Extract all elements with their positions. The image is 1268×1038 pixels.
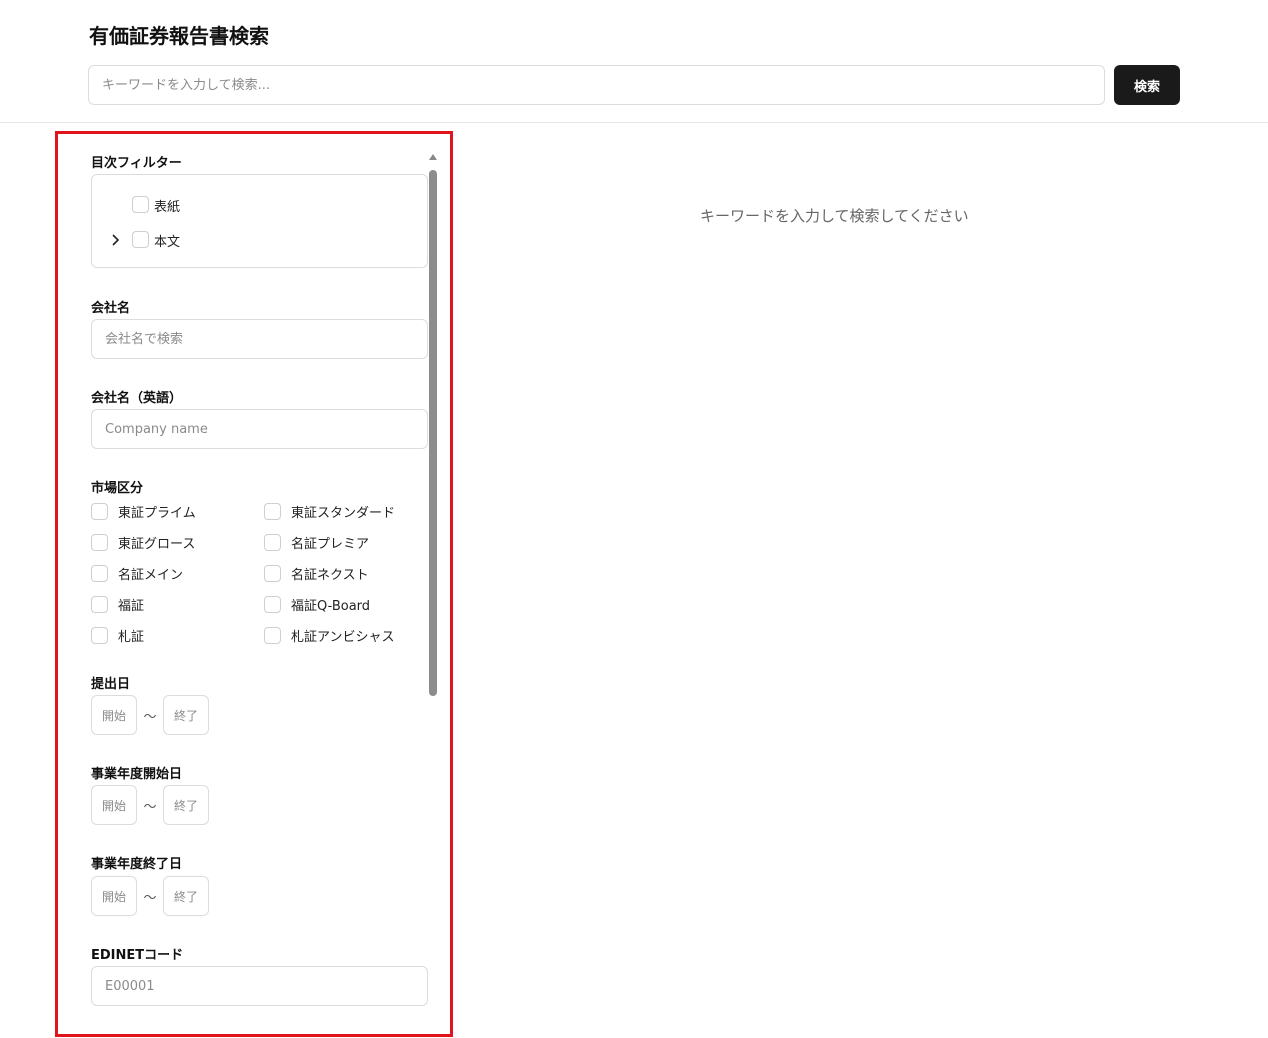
- market-item-label: 東証グロース: [118, 536, 196, 552]
- company-name-en-label: 会社名（英語）: [91, 391, 183, 406]
- market-checkbox[interactable]: [264, 502, 281, 520]
- toc-item-cover[interactable]: 表紙: [92, 194, 427, 216]
- market-item-tse-prime[interactable]: 東証プライム: [91, 501, 196, 521]
- market-item-fse[interactable]: 福証: [91, 594, 144, 614]
- fy-start-date-start[interactable]: 開始: [91, 785, 137, 825]
- toc-item-label: 表紙: [154, 200, 181, 215]
- page-title: 有価証券報告書検索: [89, 24, 269, 48]
- market-item-label: 名証プレミア: [291, 536, 370, 552]
- market-item-sse-ambitious[interactable]: 札証アンビシャス: [264, 625, 394, 645]
- market-checkbox[interactable]: [91, 595, 108, 613]
- market-checkbox[interactable]: [264, 533, 281, 551]
- submit-date-label: 提出日: [91, 677, 131, 692]
- submit-date-end[interactable]: 終了: [163, 695, 209, 735]
- toc-checkbox-body[interactable]: [132, 231, 149, 248]
- company-name-en-input[interactable]: [91, 409, 428, 449]
- market-checkbox[interactable]: [264, 564, 281, 582]
- market-label: 市場区分: [91, 481, 144, 496]
- market-item-label: 札証: [118, 629, 145, 645]
- fy-start-date-end[interactable]: 終了: [163, 785, 209, 825]
- toc-checkbox-cover[interactable]: [132, 196, 149, 213]
- market-item-sse[interactable]: 札証: [91, 625, 144, 645]
- fy-start-range: 開始 〜 終了: [91, 785, 209, 825]
- market-checkbox[interactable]: [91, 502, 108, 520]
- market-item-label: 東証スタンダード: [291, 505, 396, 521]
- market-checkbox[interactable]: [91, 564, 108, 582]
- market-item-tse-standard[interactable]: 東証スタンダード: [264, 501, 395, 521]
- fy-end-label: 事業年度終了日: [91, 857, 183, 872]
- scroll-up-arrow-icon[interactable]: [429, 154, 437, 160]
- market-checkbox[interactable]: [91, 533, 108, 551]
- header: 有価証券報告書検索 検索: [0, 0, 1268, 123]
- company-name-label: 会社名: [91, 301, 131, 316]
- submit-date-start[interactable]: 開始: [91, 695, 137, 735]
- chevron-right-icon[interactable]: [110, 234, 122, 246]
- market-item-label: 東証プライム: [118, 505, 196, 521]
- market-checkbox[interactable]: [264, 595, 281, 613]
- range-separator: 〜: [143, 799, 157, 815]
- sidebar-highlight-frame: 目次フィルター 表紙 本文 会社名 会社名（英語） 市場区分 東証プライム: [55, 131, 453, 1037]
- fy-end-range: 開始 〜 終了: [91, 876, 209, 916]
- market-item-fse-qboard[interactable]: 福証Q-Board: [264, 594, 370, 614]
- fy-start-label: 事業年度開始日: [91, 767, 183, 782]
- range-separator: 〜: [143, 890, 157, 906]
- edinet-code-label: EDINETコード: [91, 948, 184, 963]
- market-item-nse-next[interactable]: 名証ネクスト: [264, 563, 369, 583]
- market-checkbox[interactable]: [91, 626, 108, 644]
- keyword-search-input[interactable]: [88, 65, 1105, 105]
- company-name-input[interactable]: [91, 319, 428, 359]
- market-item-label: 福証: [118, 598, 145, 614]
- range-separator: 〜: [143, 709, 157, 725]
- market-item-label: 名証メイン: [118, 567, 184, 583]
- fy-end-date-start[interactable]: 開始: [91, 876, 137, 916]
- market-item-label: 札証アンビシャス: [291, 629, 395, 645]
- filter-sidebar: 目次フィルター 表紙 本文 会社名 会社名（英語） 市場区分 東証プライム: [91, 134, 436, 1014]
- search-button[interactable]: 検索: [1114, 65, 1180, 105]
- sidebar-scrollbar[interactable]: [429, 154, 437, 1018]
- market-item-label: 福証Q-Board: [291, 598, 371, 614]
- toc-item-label: 本文: [154, 235, 181, 250]
- toc-item-body[interactable]: 本文: [92, 229, 427, 251]
- toc-filter-label: 目次フィルター: [91, 156, 182, 171]
- fy-end-date-end[interactable]: 終了: [163, 876, 209, 916]
- market-item-nse-premier[interactable]: 名証プレミア: [264, 532, 369, 552]
- market-item-label: 名証ネクスト: [291, 567, 369, 583]
- submit-date-range: 開始 〜 終了: [91, 695, 209, 735]
- market-checkbox[interactable]: [264, 626, 281, 644]
- edinet-code-input[interactable]: [91, 966, 428, 1006]
- market-item-nse-main[interactable]: 名証メイン: [91, 563, 183, 583]
- scrollbar-thumb[interactable]: [429, 170, 437, 696]
- toc-filter-tree: 表紙 本文: [91, 174, 428, 268]
- market-item-tse-growth[interactable]: 東証グロース: [91, 532, 195, 552]
- empty-state-message: キーワードを入力して検索してください: [700, 207, 969, 225]
